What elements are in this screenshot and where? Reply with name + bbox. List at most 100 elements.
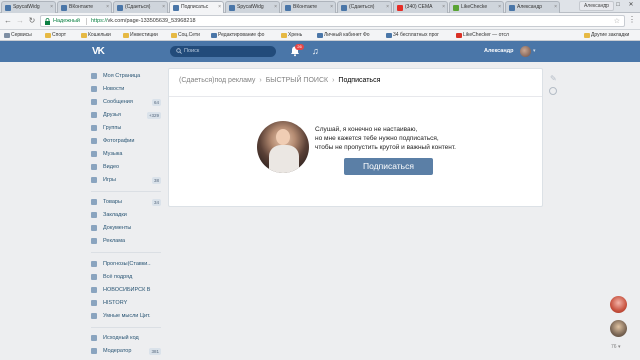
vk-icon xyxy=(285,5,291,11)
count-badge: 64 xyxy=(151,99,161,106)
breadcrumb-community[interactable]: (Сдаеться)под рекламу xyxy=(179,77,255,84)
promo-line: чтобы не пропустить крутой и важный конт… xyxy=(315,144,456,151)
close-icon[interactable]: × xyxy=(106,2,109,13)
close-icon[interactable]: × xyxy=(386,2,389,13)
folder-icon xyxy=(171,33,177,38)
breadcrumb-current: Подписаться xyxy=(338,77,381,84)
close-icon[interactable]: × xyxy=(330,2,333,13)
sidebar-item-bookmarks[interactable]: Закладки xyxy=(88,209,163,221)
chat-avatar[interactable] xyxy=(610,320,627,337)
reload-icon[interactable]: ↻ xyxy=(27,16,37,26)
close-icon[interactable]: × xyxy=(218,2,221,13)
avatar[interactable] xyxy=(520,46,531,57)
bookmark-item[interactable]: Редактирование фо xyxy=(210,30,264,41)
search-placeholder: Поиск xyxy=(184,48,200,54)
sidebar-item-community[interactable]: Умные мысли Цит... xyxy=(88,310,163,322)
music-icon[interactable]: ♫ xyxy=(312,45,319,57)
bookmark-folder[interactable]: Соц.Сети xyxy=(170,30,200,41)
bookmark-folder[interactable]: Спорт xyxy=(44,30,66,41)
other-bookmarks[interactable]: Другие закладки xyxy=(583,30,629,41)
close-icon[interactable]: × xyxy=(50,2,53,13)
community-icon xyxy=(91,287,97,293)
sidebar-divider xyxy=(91,252,161,253)
chevron-down-icon[interactable]: ▾ xyxy=(533,41,536,62)
sidebar-item-messages[interactable]: Сообщения 64 xyxy=(88,96,163,108)
close-icon[interactable]: × xyxy=(274,2,277,13)
sidebar-item-community[interactable]: HISTORY xyxy=(88,297,163,309)
sidebar-item-community[interactable]: НОВОСИБИРСК В Д... xyxy=(88,284,163,296)
chat-avatar[interactable] xyxy=(610,296,627,313)
vk-logo[interactable]: VK xyxy=(92,46,108,57)
sidebar-item-music[interactable]: Музыка xyxy=(88,148,163,160)
browser-tab[interactable]: SpycatWidg × xyxy=(1,1,56,13)
count-badge: 38 xyxy=(151,177,161,184)
count-badge: +329 xyxy=(146,112,161,119)
bookmark-folder[interactable]: Кошельки xyxy=(80,30,111,41)
bookmark-item[interactable]: LikeChecker — отсл xyxy=(455,30,509,41)
browser-tab[interactable]: (Сдаеться) × xyxy=(113,1,168,13)
video-icon xyxy=(91,164,97,170)
url-text[interactable]: https://vk.com/page-133505639_53968218 xyxy=(91,16,196,27)
ads-icon xyxy=(91,238,97,244)
maximize-icon[interactable]: □ xyxy=(612,1,624,10)
search-icon xyxy=(176,48,182,54)
bookmark-item[interactable]: Личный кабинет Фо xyxy=(316,30,370,41)
subscribe-button[interactable]: Подписаться xyxy=(344,158,433,175)
browser-tab[interactable]: ВКонтакте × xyxy=(57,1,112,13)
sidebar-item-friends[interactable]: Друзья +329 xyxy=(88,109,163,121)
bookmark-folder[interactable]: Инвестиции xyxy=(122,30,158,41)
browser-tab[interactable]: Александр × xyxy=(505,1,560,13)
close-icon[interactable]: × xyxy=(498,2,501,13)
address-bar[interactable]: Надежный https://vk.com/page-133505639_5… xyxy=(40,15,625,27)
breadcrumb-page[interactable]: БЫСТРЫЙ ПОИСК xyxy=(266,77,328,84)
sidebar-item-groups[interactable]: Группы xyxy=(88,122,163,134)
close-window-icon[interactable]: ✕ xyxy=(625,1,637,10)
sidebar-item-goods[interactable]: Товары 34 xyxy=(88,196,163,208)
sidebar-item-community[interactable]: Прогнозы(Ставки... xyxy=(88,258,163,270)
back-icon[interactable]: ← xyxy=(3,16,13,26)
promo-photo xyxy=(257,121,309,173)
browser-tab[interactable]: (340) СЕМА × xyxy=(393,1,448,13)
close-icon[interactable]: × xyxy=(162,2,165,13)
sidebar-item-my-page[interactable]: Моя Страница xyxy=(88,70,163,82)
user-name[interactable]: Александр xyxy=(484,41,514,62)
folder-icon xyxy=(281,33,287,38)
youtube-icon xyxy=(397,5,403,11)
browser-tab[interactable]: ВКонтакте × xyxy=(281,1,336,13)
community-icon xyxy=(91,261,97,267)
sidebar-item-news[interactable]: Новости xyxy=(88,83,163,95)
close-icon[interactable]: × xyxy=(442,2,445,13)
site-icon xyxy=(386,33,392,38)
sidebar-item-photos[interactable]: Фотографии xyxy=(88,135,163,147)
browser-tab-active[interactable]: Подписатьс × xyxy=(169,1,224,13)
forward-icon[interactable]: → xyxy=(15,16,25,26)
sidebar-item-documents[interactable]: Документы xyxy=(88,222,163,234)
chevron-right-icon: › xyxy=(332,77,335,84)
search-input[interactable]: Поиск xyxy=(170,46,276,57)
close-icon[interactable]: × xyxy=(554,2,557,13)
bookmark-folder[interactable]: Хрень xyxy=(280,30,302,41)
browser-menu-icon[interactable]: ⋮ xyxy=(628,15,636,24)
sidebar-item-video[interactable]: Видео xyxy=(88,161,163,173)
browser-tab[interactable]: SpycatWidg × xyxy=(225,1,280,13)
clock-icon[interactable] xyxy=(549,87,557,95)
window-controls: – □ ✕ xyxy=(599,0,639,12)
sidebar-item-moderator[interactable]: Модератор 381 xyxy=(88,345,163,357)
browser-tab[interactable]: LikeChecke × xyxy=(449,1,504,13)
chats-count[interactable]: 76 ▾ xyxy=(611,344,620,350)
browser-tab[interactable]: (Сдаеться) × xyxy=(337,1,392,13)
star-icon xyxy=(91,212,97,218)
sidebar-item-ads[interactable]: Реклама xyxy=(88,235,163,247)
sidebar-item-source-code[interactable]: Исходный код xyxy=(88,332,163,344)
sidebar-item-community[interactable]: Всё подряд xyxy=(88,271,163,283)
bookmark-item[interactable]: Сервисы xyxy=(3,30,32,41)
community-icon xyxy=(91,274,97,280)
bookmark-star-icon[interactable]: ☆ xyxy=(614,16,620,27)
games-icon xyxy=(91,177,97,183)
sidebar-item-games[interactable]: Игры 38 xyxy=(88,174,163,186)
edit-icon[interactable]: ✎ xyxy=(550,74,557,83)
minimize-icon[interactable]: – xyxy=(599,1,611,10)
site-icon xyxy=(317,33,323,38)
bookmarks-bar: Сервисы Спорт Кошельки Инвестиции Соц.Се… xyxy=(0,30,640,41)
bookmark-item[interactable]: 34 бесплатных прог xyxy=(385,30,439,41)
